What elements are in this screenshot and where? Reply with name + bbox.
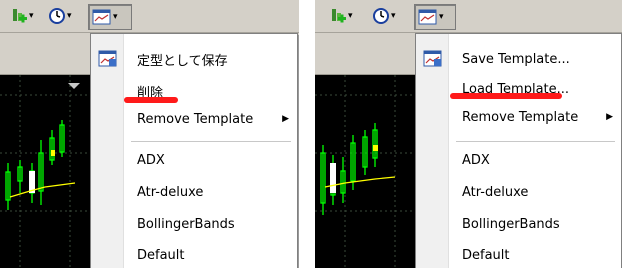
- templates-menu: 定型として保存 削除 Remove Template ▶ ADX Atr-del…: [90, 33, 298, 268]
- templates-icon: [92, 9, 111, 25]
- menu-separator: [131, 141, 291, 142]
- toolbar: ▾ ▾ ▾: [315, 0, 622, 33]
- left-screenshot-panel: ▾ ▾ ▾ 定型として保存 削除 Remove Template ▶ ADX A…: [0, 0, 299, 268]
- chevron-down-icon: ▾: [29, 11, 34, 21]
- menu-item-label: Remove Template: [137, 111, 254, 127]
- menu-item-load-template[interactable]: Load Template...: [416, 74, 621, 104]
- periods-icon: [49, 8, 65, 24]
- menu-item-template[interactable]: Default: [91, 240, 297, 268]
- periods-button[interactable]: ▾: [48, 4, 72, 28]
- panel-divider: [299, 0, 315, 268]
- indicators-button[interactable]: ▾: [10, 4, 34, 28]
- templates-button[interactable]: ▾: [414, 4, 456, 30]
- chevron-down-icon: ▾: [67, 11, 72, 21]
- chevron-down-icon: ▾: [439, 12, 444, 22]
- indicators-icon: [13, 9, 27, 23]
- menu-item-label: Remove Template: [462, 109, 579, 125]
- template-save-icon: [423, 50, 442, 67]
- menu-item-template[interactable]: ADX: [416, 145, 621, 175]
- periods-icon: [373, 8, 389, 24]
- menu-item-remove-template[interactable]: Remove Template ▶: [91, 104, 297, 134]
- submenu-arrow-icon: ▶: [282, 114, 289, 124]
- chevron-down-icon: ▾: [113, 12, 118, 22]
- menu-item-label: Save Template...: [462, 51, 570, 67]
- template-save-icon: [98, 50, 117, 67]
- templates-button[interactable]: ▾: [88, 4, 132, 30]
- menu-item-delete[interactable]: 削除: [91, 76, 297, 106]
- templates-icon: [418, 9, 437, 25]
- menu-item-template[interactable]: BollingerBands: [91, 209, 297, 239]
- templates-menu: Save Template... Load Template... Remove…: [415, 33, 622, 268]
- highlight-underline: [124, 97, 178, 103]
- indicators-button[interactable]: ▾: [329, 4, 353, 28]
- menu-item-save-template[interactable]: Save Template...: [416, 44, 621, 74]
- menu-item-label: Atr-deluxe: [137, 184, 204, 200]
- menu-item-label: Default: [462, 247, 510, 263]
- toolbar: ▾ ▾ ▾: [0, 0, 299, 33]
- chevron-down-icon: ▾: [348, 11, 353, 21]
- right-screenshot-panel: ▾ ▾ ▾ Save Template... Load Template... …: [315, 0, 622, 268]
- menu-item-label: BollingerBands: [462, 216, 560, 232]
- menu-item-save-template[interactable]: 定型として保存: [91, 44, 297, 74]
- menu-item-remove-template[interactable]: Remove Template ▶: [416, 102, 621, 132]
- chevron-down-icon: ▾: [391, 11, 396, 21]
- highlight-underline: [450, 93, 562, 99]
- menu-item-label: ADX: [462, 152, 490, 168]
- menu-item-template[interactable]: Atr-deluxe: [91, 177, 297, 207]
- menu-item-template[interactable]: BollingerBands: [416, 209, 621, 239]
- menu-item-template[interactable]: Atr-deluxe: [416, 177, 621, 207]
- menu-separator: [456, 141, 615, 142]
- menu-item-template[interactable]: Default: [416, 240, 621, 268]
- submenu-arrow-icon: ▶: [606, 112, 613, 122]
- menu-item-label: 定型として保存: [137, 53, 228, 69]
- periods-button[interactable]: ▾: [372, 4, 396, 28]
- indicators-icon: [332, 9, 346, 23]
- menu-item-label: Atr-deluxe: [462, 184, 529, 200]
- menu-item-label: ADX: [137, 152, 165, 168]
- menu-item-template[interactable]: ADX: [91, 145, 297, 175]
- menu-item-label: BollingerBands: [137, 216, 235, 232]
- menu-item-label: Default: [137, 247, 185, 263]
